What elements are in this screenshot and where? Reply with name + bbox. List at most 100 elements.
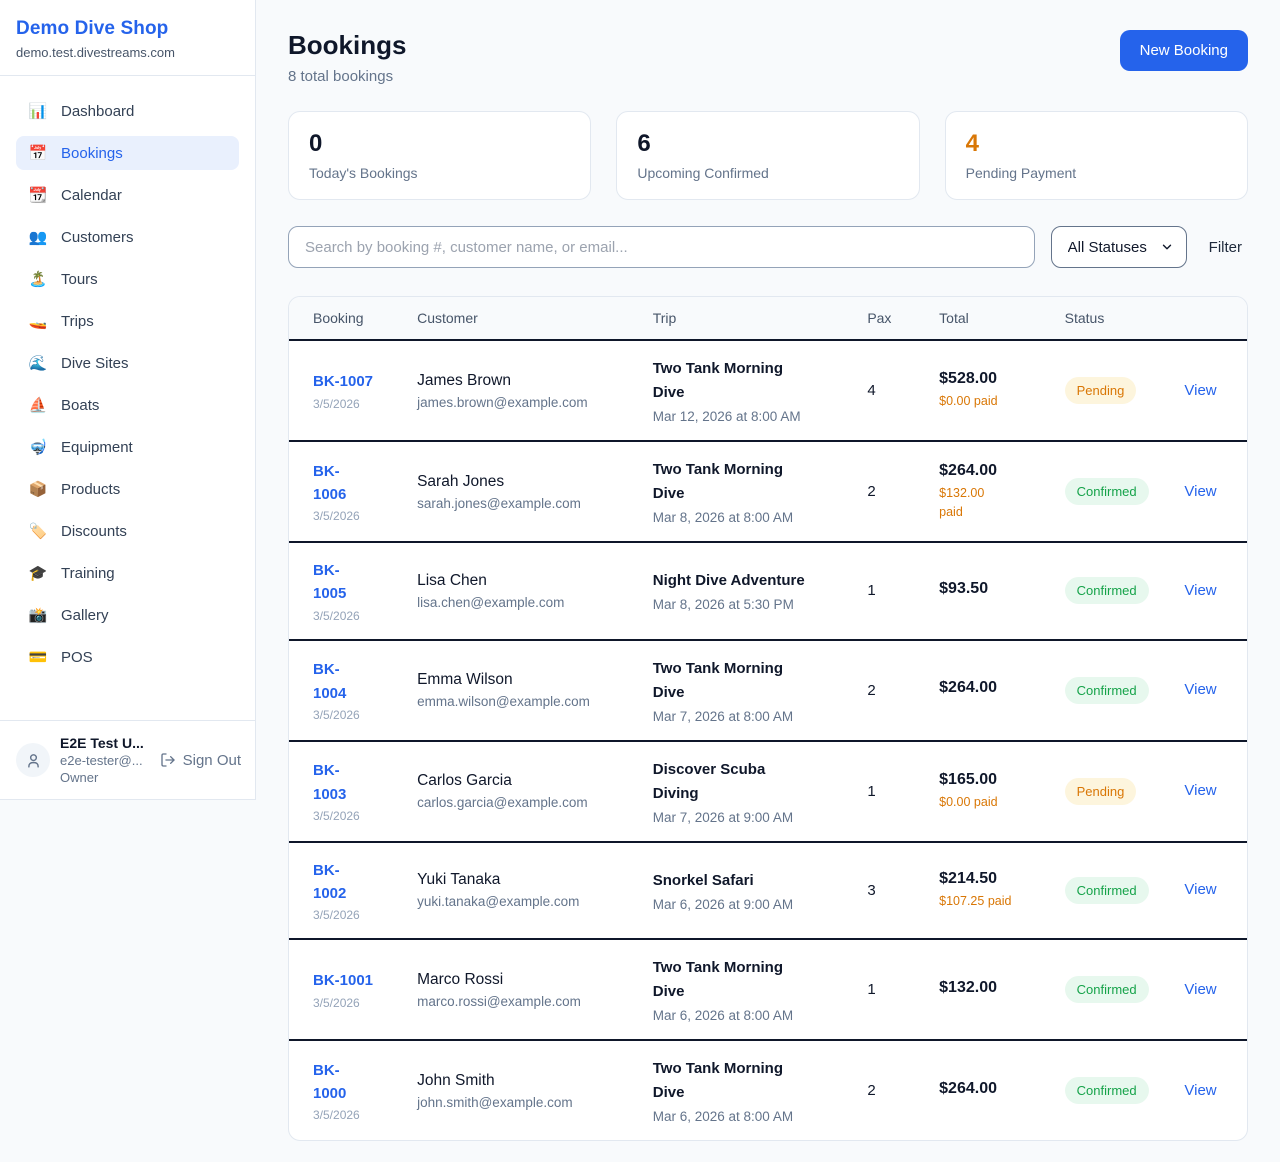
sidebar-item-dive-sites[interactable]: 🌊 Dive Sites [16,346,239,380]
sidebar-item-calendar[interactable]: 📆 Calendar [16,178,239,212]
total-cell: $264.00 [923,640,1048,741]
booking-id-link[interactable]: BK- 1004 [313,658,385,705]
page-subtitle: 8 total bookings [288,68,406,85]
booking-cell: BK- 1000 3/5/2026 [289,1040,401,1140]
sidebar-item-training[interactable]: 🎓 Training [16,556,239,590]
nav-item-icon: 📸 [28,606,48,624]
view-link[interactable]: View [1184,1082,1216,1099]
page-title: Bookings [288,30,406,61]
actions-cell: View [1168,1040,1247,1140]
booking-date: 3/5/2026 [313,809,385,823]
view-link[interactable]: View [1184,582,1216,599]
shop-domain: demo.test.divestreams.com [16,45,239,60]
customer-name: James Brown [417,372,621,390]
nav-item-label: Trips [61,313,94,330]
pax-value: 1 [867,981,907,998]
trip-datetime: Mar 7, 2026 at 9:00 AM [653,810,836,825]
sidebar-item-products[interactable]: 📦 Products [16,472,239,506]
booking-id-link[interactable]: BK- 1002 [313,859,385,906]
sidebar-item-discounts[interactable]: 🏷️ Discounts [16,514,239,548]
filter-button[interactable]: Filter [1203,239,1248,256]
stat-card: 6 Upcoming Confirmed [616,111,919,200]
view-link[interactable]: View [1184,681,1216,698]
status-badge: Confirmed [1065,1077,1149,1104]
trip-datetime: Mar 7, 2026 at 8:00 AM [653,709,836,724]
sidebar-item-gallery[interactable]: 📸 Gallery [16,598,239,632]
sign-out-button[interactable]: Sign Out [160,752,241,769]
nav-item-icon: 💳 [28,648,48,666]
customer-email: sarah.jones@example.com [417,496,621,511]
trip-name: Snorkel Safari [653,869,836,893]
table-row: BK- 1004 3/5/2026 Emma Wilson emma.wilso… [289,640,1247,741]
booking-id-link[interactable]: BK- 1005 [313,559,385,606]
booking-id-link[interactable]: BK-1007 [313,370,385,393]
view-link[interactable]: View [1184,382,1216,399]
search-input[interactable] [288,226,1035,268]
column-header-booking: Booking [289,297,401,340]
user-email: e2e-tester@... [60,753,150,768]
customer-cell: John Smith john.smith@example.com [401,1040,637,1140]
nav-item-icon: 🏷️ [28,522,48,540]
paid-amount: $132.00 paid [939,484,1032,522]
stat-value: 4 [966,130,1227,158]
customer-name: Emma Wilson [417,671,621,689]
pax-cell: 1 [851,542,923,640]
filter-row: All Statuses Filter [288,226,1248,268]
booking-cell: BK- 1004 3/5/2026 [289,640,401,741]
table-row: BK- 1003 3/5/2026 Carlos Garcia carlos.g… [289,741,1247,842]
booking-date: 3/5/2026 [313,996,385,1010]
sidebar-item-trips[interactable]: 🚤 Trips [16,304,239,338]
booking-cell: BK- 1005 3/5/2026 [289,542,401,640]
booking-id-link[interactable]: BK-1001 [313,969,385,992]
sidebar-item-customers[interactable]: 👥 Customers [16,220,239,254]
booking-cell: BK- 1002 3/5/2026 [289,842,401,940]
view-link[interactable]: View [1184,782,1216,799]
total-cell: $264.00 $132.00 paid [923,441,1048,542]
customer-cell: James Brown james.brown@example.com [401,340,637,441]
nav-item-icon: 🎓 [28,564,48,582]
actions-cell: View [1168,741,1247,842]
table-row: BK-1007 3/5/2026 James Brown james.brown… [289,340,1247,441]
user-role: Owner [60,770,150,785]
booking-id-link[interactable]: BK- 1003 [313,759,385,806]
total-amount: $93.50 [939,580,1032,598]
booking-id-link[interactable]: BK- 1006 [313,460,385,507]
pax-cell: 2 [851,640,923,741]
customer-name: John Smith [417,1072,621,1090]
booking-date: 3/5/2026 [313,908,385,922]
customer-email: yuki.tanaka@example.com [417,894,621,909]
trip-name: Two Tank Morning Dive [653,1057,836,1105]
actions-cell: View [1168,640,1247,741]
nav-item-label: Customers [61,229,134,246]
customer-name: Marco Rossi [417,971,621,989]
status-cell: Confirmed [1049,441,1169,542]
status-select[interactable]: All Statuses [1051,226,1187,268]
nav-item-label: Equipment [61,439,133,456]
sidebar-item-bookings[interactable]: 📅 Bookings [16,136,239,170]
actions-cell: View [1168,340,1247,441]
sign-out-label: Sign Out [183,752,241,769]
status-cell: Pending [1049,741,1169,842]
booking-id-link[interactable]: BK- 1000 [313,1059,385,1106]
nav-item-icon: 🏝️ [28,270,48,288]
new-booking-button[interactable]: New Booking [1120,30,1248,71]
pax-cell: 4 [851,340,923,441]
sidebar-item-dashboard[interactable]: 📊 Dashboard [16,94,239,128]
total-cell: $214.50 $107.25 paid [923,842,1048,940]
sidebar-item-equipment[interactable]: 🤿 Equipment [16,430,239,464]
sidebar-item-boats[interactable]: ⛵ Boats [16,388,239,422]
app-shell: Demo Dive Shop demo.test.divestreams.com… [0,0,1280,1157]
page-heading-block: Bookings 8 total bookings [288,30,406,85]
customer-email: john.smith@example.com [417,1095,621,1110]
view-link[interactable]: View [1184,881,1216,898]
customer-email: lisa.chen@example.com [417,595,621,610]
column-header-pax: Pax [851,297,923,340]
shop-name: Demo Dive Shop [16,18,239,40]
nav-item-icon: ⛵ [28,396,48,414]
customer-email: carlos.garcia@example.com [417,795,621,810]
view-link[interactable]: View [1184,483,1216,500]
view-link[interactable]: View [1184,981,1216,998]
sidebar-item-tours[interactable]: 🏝️ Tours [16,262,239,296]
sidebar-item-pos[interactable]: 💳 POS [16,640,239,674]
total-amount: $264.00 [939,679,1032,697]
